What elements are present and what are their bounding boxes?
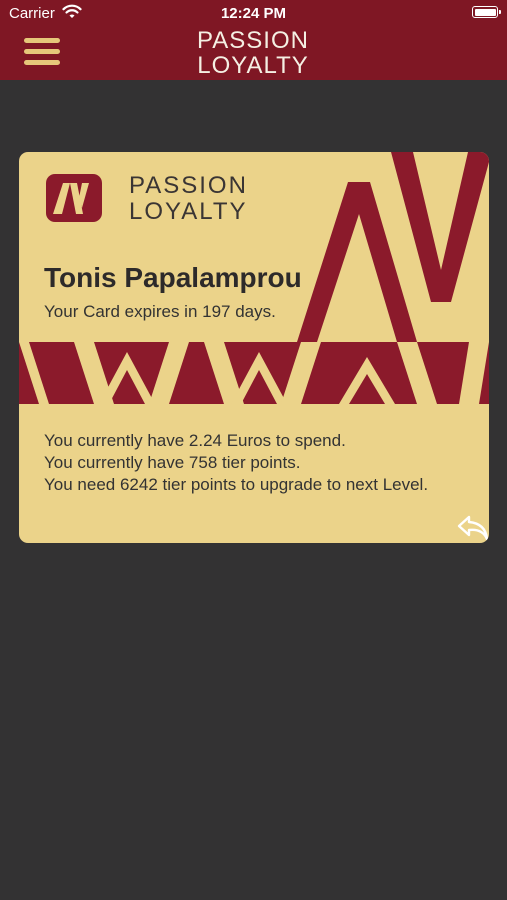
app-logo: PASSION LOYALTY bbox=[153, 28, 353, 78]
clock: 12:24 PM bbox=[220, 5, 287, 22]
card-holder-name: Tonis Papalamprou bbox=[44, 262, 302, 293]
status-bar: Carrier 12:24 PM bbox=[0, 0, 507, 26]
card-info: You currently have 2.24 Euros to spend. … bbox=[44, 430, 428, 496]
reply-arrow-icon[interactable] bbox=[456, 512, 489, 542]
tier-points-text: You currently have 758 tier points. bbox=[44, 453, 301, 472]
logo-word-loyalty: LOYALTY bbox=[153, 53, 353, 78]
card-brand: PASSION LOYALTY bbox=[129, 173, 248, 225]
card-expiry-text: Your Card expires in 197 days. bbox=[44, 302, 276, 321]
navigation-bar: Carrier 12:24 PM PASSION LOYALTY bbox=[0, 0, 507, 80]
card-brand-line-1: PASSION bbox=[129, 172, 248, 199]
card-brand-line-2: LOYALTY bbox=[129, 198, 248, 225]
loyalty-card: PASSION LOYALTY Tonis Papalamprou Your C… bbox=[19, 152, 489, 543]
brand-logo-icon bbox=[46, 174, 102, 222]
euros-balance-text: You currently have 2.24 Euros to spend. bbox=[44, 431, 346, 450]
upgrade-points-text: You need 6242 tier points to upgrade to … bbox=[44, 475, 429, 494]
logo-word-passion: PASSION bbox=[153, 28, 353, 53]
battery-icon bbox=[472, 6, 501, 18]
menu-button[interactable] bbox=[24, 38, 62, 68]
logo-line-1: PASSION bbox=[197, 27, 309, 54]
logo-line-2: LOYALTY bbox=[197, 52, 309, 79]
